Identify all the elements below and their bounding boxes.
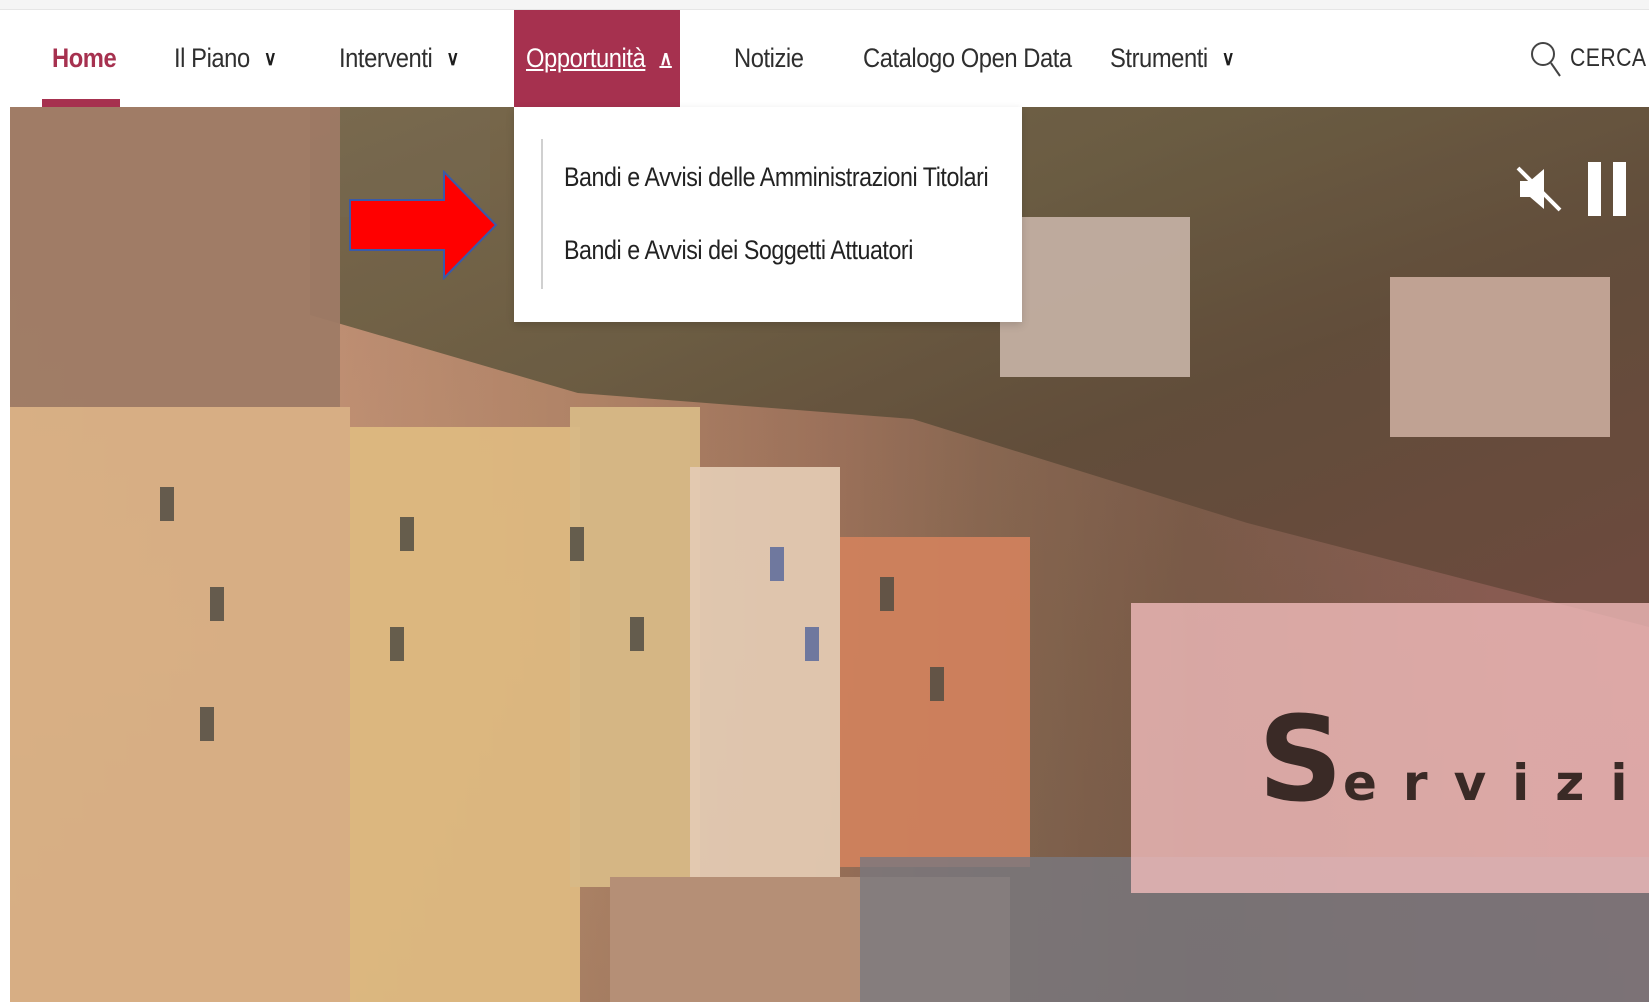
volume-mute-icon[interactable] bbox=[1516, 164, 1562, 214]
nav-strumenti[interactable]: Strumenti ∨ bbox=[1110, 10, 1235, 107]
nav-catalogo-open-data[interactable]: Catalogo Open Data bbox=[863, 10, 1072, 107]
chevron-down-icon: ∨ bbox=[263, 48, 277, 70]
nav-notizie[interactable]: Notizie bbox=[734, 10, 804, 107]
servizi-rest: ervizi: bbox=[1343, 754, 1649, 812]
search-label: CERCA bbox=[1570, 44, 1647, 72]
nav-catalogo-label: Catalogo Open Data bbox=[863, 43, 1072, 73]
active-indicator bbox=[42, 99, 120, 107]
top-border bbox=[0, 0, 1649, 10]
search-icon bbox=[1531, 41, 1561, 77]
opportunita-dropdown-menu: Bandi e Avvisi delle Amministrazioni Tit… bbox=[514, 107, 1022, 322]
chevron-down-icon: ∨ bbox=[1221, 48, 1235, 70]
nav-interventi-label: Interventi bbox=[339, 43, 433, 73]
dropdown-item-bandi-soggetti-attuatori[interactable]: Bandi e Avvisi dei Soggetti Attuatori bbox=[564, 235, 913, 266]
chevron-down-icon: ∨ bbox=[446, 48, 459, 70]
dropdown-divider bbox=[541, 139, 543, 289]
nav-interventi[interactable]: Interventi ∨ bbox=[339, 10, 459, 107]
dropdown-item-bandi-amministrazioni-titolari[interactable]: Bandi e Avvisi delle Amministrazioni Tit… bbox=[564, 162, 989, 193]
servizi-initial: S bbox=[1258, 690, 1343, 828]
servizi-heading: Servizi: bbox=[1258, 690, 1649, 828]
nav-il-piano[interactable]: Il Piano ∨ bbox=[174, 10, 277, 107]
nav-home[interactable]: Home bbox=[52, 10, 117, 107]
nav-il-piano-label: Il Piano bbox=[174, 43, 250, 73]
red-arrow-annotation bbox=[349, 170, 498, 280]
search-button[interactable]: CERCA bbox=[1528, 10, 1649, 107]
nav-notizie-label: Notizie bbox=[734, 43, 804, 73]
pause-icon[interactable] bbox=[1588, 162, 1626, 216]
nav-home-label: Home bbox=[52, 43, 117, 73]
chevron-up-icon: ∧ bbox=[659, 48, 672, 70]
nav-opportunita-label: Opportunità bbox=[526, 43, 646, 73]
nav-strumenti-label: Strumenti bbox=[1110, 43, 1208, 73]
main-navbar: Home Il Piano ∨ Interventi ∨ Opportunità… bbox=[0, 10, 1649, 107]
nav-opportunita[interactable]: Opportunità ∧ bbox=[526, 10, 672, 107]
